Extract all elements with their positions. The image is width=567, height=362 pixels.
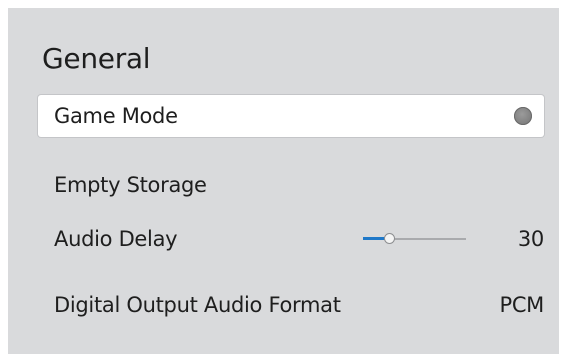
menu-item-game-mode[interactable]: Game Mode [38,95,544,137]
panel-title: General [42,42,151,75]
toggle-off-icon[interactable] [514,107,532,125]
digital-output-format-value: PCM [499,293,544,317]
menu-item-label: Audio Delay [54,227,178,251]
audio-delay-slider[interactable] [363,233,466,244]
settings-panel: General Game Mode Empty Storage Audio De… [8,8,559,354]
audio-delay-value: 30 [517,227,544,251]
menu-item-label: Game Mode [54,104,178,128]
menu-item-audio-delay[interactable]: Audio Delay 30 [38,218,544,260]
menu-item-digital-output-audio-format[interactable]: Digital Output Audio Format PCM [38,284,544,326]
menu-item-label: Empty Storage [54,173,207,197]
slider-knob[interactable] [383,233,395,244]
menu-item-empty-storage[interactable]: Empty Storage [38,164,544,206]
menu-item-label: Digital Output Audio Format [54,293,341,317]
